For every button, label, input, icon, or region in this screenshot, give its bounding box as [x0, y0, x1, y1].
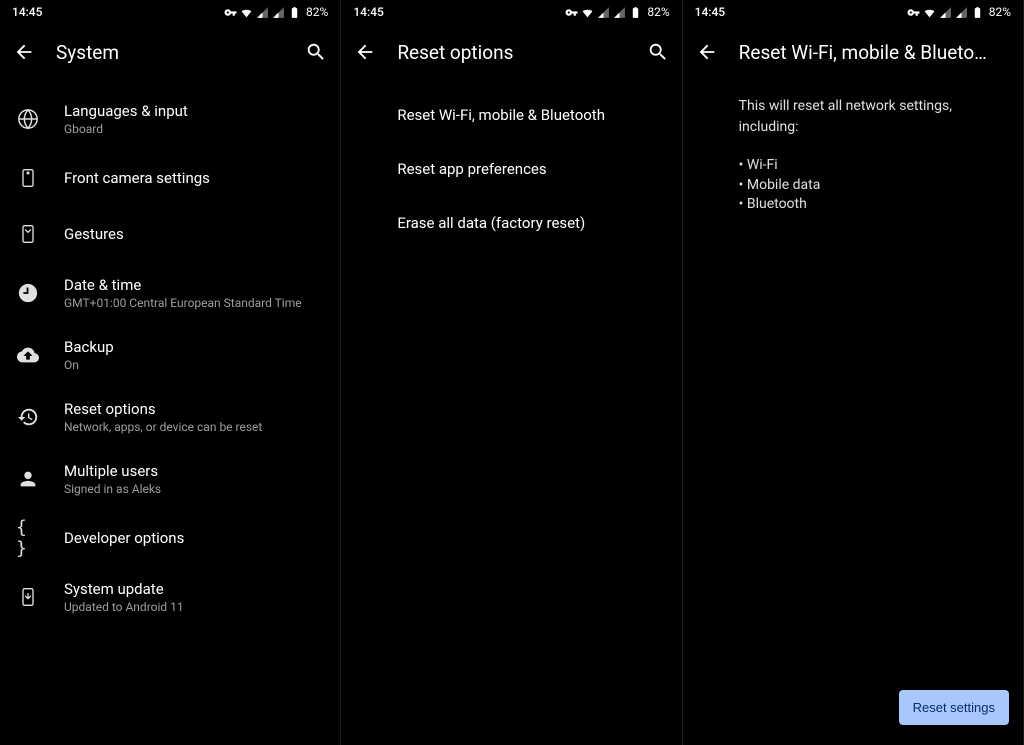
wifi-icon: [923, 6, 936, 19]
list-item-subtitle: Network, apps, or device can be reset: [64, 420, 324, 434]
status-time: 14:45: [695, 5, 725, 19]
list-item-gestures[interactable]: Gestures: [0, 206, 340, 262]
back-arrow-icon: [13, 41, 35, 63]
list-item-multiple-users[interactable]: Multiple users Signed in as Aleks: [0, 448, 340, 510]
clock-icon: [16, 281, 40, 305]
restore-icon: [16, 405, 40, 429]
status-icons: 82%: [224, 5, 328, 19]
battery-text: 82%: [647, 5, 669, 19]
status-bar: 14:45 82%: [0, 0, 340, 24]
signal2-icon: [272, 6, 285, 19]
cloud-upload-icon: [16, 343, 40, 367]
key-icon: [907, 6, 920, 19]
search-button[interactable]: [304, 40, 328, 64]
reset-description: This will reset all network settings, in…: [739, 96, 1007, 138]
signal1-icon: [256, 6, 269, 19]
status-time: 14:45: [12, 5, 42, 19]
screen-reset-network: 14:45 82% Reset Wi-Fi, mobile & Blueto… …: [683, 0, 1024, 745]
phone-front-icon: [16, 166, 40, 190]
back-arrow-icon: [354, 41, 376, 63]
reset-list: Reset Wi-Fi, mobile & Bluetooth Reset ap…: [341, 80, 681, 250]
key-icon: [565, 6, 578, 19]
screen-reset-options: 14:45 82% Reset options Reset Wi-Fi, mob…: [341, 0, 682, 745]
list-item-factory-reset[interactable]: Erase all data (factory reset): [341, 196, 681, 250]
wifi-icon: [581, 6, 594, 19]
list-item-subtitle: Updated to Android 11: [64, 600, 324, 614]
signal2-icon: [955, 6, 968, 19]
app-bar: Reset options: [341, 24, 681, 80]
person-icon: [16, 467, 40, 491]
gesture-icon: [16, 222, 40, 246]
list-item-system-update[interactable]: System update Updated to Android 11: [0, 566, 340, 628]
list-item-title: Languages & input: [64, 102, 324, 120]
list-item-reset-options[interactable]: Reset options Network, apps, or device c…: [0, 386, 340, 448]
back-button[interactable]: [12, 40, 36, 64]
status-time: 14:45: [353, 5, 383, 19]
battery-text: 82%: [989, 5, 1011, 19]
back-arrow-icon: [696, 41, 718, 63]
app-bar: Reset Wi-Fi, mobile & Blueto…: [683, 24, 1023, 80]
list-item-title: System update: [64, 580, 324, 598]
status-bar: 14:45 82%: [683, 0, 1023, 24]
screen-system: 14:45 82% System Languages & input Gboar…: [0, 0, 341, 745]
list-item-title: Backup: [64, 338, 324, 356]
list-item-reset-app-prefs[interactable]: Reset app preferences: [341, 142, 681, 196]
signal2-icon: [613, 6, 626, 19]
battery-icon: [288, 6, 301, 19]
list-item-title: Multiple users: [64, 462, 324, 480]
list-item-languages[interactable]: Languages & input Gboard: [0, 88, 340, 150]
battery-icon: [971, 6, 984, 19]
wifi-icon: [240, 6, 253, 19]
list-item-title: Developer options: [64, 529, 324, 547]
back-button[interactable]: [695, 40, 719, 64]
signal1-icon: [597, 6, 610, 19]
signal1-icon: [939, 6, 952, 19]
settings-list: Languages & input Gboard Front camera se…: [0, 80, 340, 628]
status-bar: 14:45 82%: [341, 0, 681, 24]
search-button[interactable]: [646, 40, 670, 64]
list-item-subtitle: Signed in as Aleks: [64, 482, 324, 496]
list-item-subtitle: Gboard: [64, 122, 324, 136]
reset-settings-button[interactable]: Reset settings: [899, 690, 1009, 725]
battery-text: 82%: [306, 5, 328, 19]
list-item-backup[interactable]: Backup On: [0, 324, 340, 386]
bullet-item: • Mobile data: [739, 176, 1007, 196]
bullet-item: • Wi-Fi: [739, 156, 1007, 176]
page-title: Reset options: [397, 41, 625, 64]
battery-icon: [629, 6, 642, 19]
list-item-title: Reset options: [64, 400, 324, 418]
code-braces-icon: { }: [16, 526, 40, 550]
list-item-front-camera[interactable]: Front camera settings: [0, 150, 340, 206]
list-item-title: Date & time: [64, 276, 324, 294]
search-icon: [647, 41, 669, 63]
list-item-reset-network[interactable]: Reset Wi-Fi, mobile & Bluetooth: [341, 88, 681, 142]
globe-icon: [16, 107, 40, 131]
key-icon: [224, 6, 237, 19]
app-bar: System: [0, 24, 340, 80]
list-item-title: Front camera settings: [64, 169, 324, 187]
detail-content: This will reset all network settings, in…: [683, 80, 1023, 231]
bullet-list: • Wi-Fi • Mobile data • Bluetooth: [739, 156, 1007, 215]
status-icons: 82%: [907, 5, 1011, 19]
page-title: Reset Wi-Fi, mobile & Blueto…: [739, 41, 1011, 64]
back-button[interactable]: [353, 40, 377, 64]
list-item-subtitle: On: [64, 358, 324, 372]
page-title: System: [56, 41, 284, 64]
list-item-title: Gestures: [64, 225, 324, 243]
list-item-date-time[interactable]: Date & time GMT+01:00 Central European S…: [0, 262, 340, 324]
list-item-developer-options[interactable]: { } Developer options: [0, 510, 340, 566]
search-icon: [305, 41, 327, 63]
system-update-icon: [16, 585, 40, 609]
status-icons: 82%: [565, 5, 669, 19]
bullet-item: • Bluetooth: [739, 195, 1007, 215]
list-item-subtitle: GMT+01:00 Central European Standard Time: [64, 296, 324, 310]
